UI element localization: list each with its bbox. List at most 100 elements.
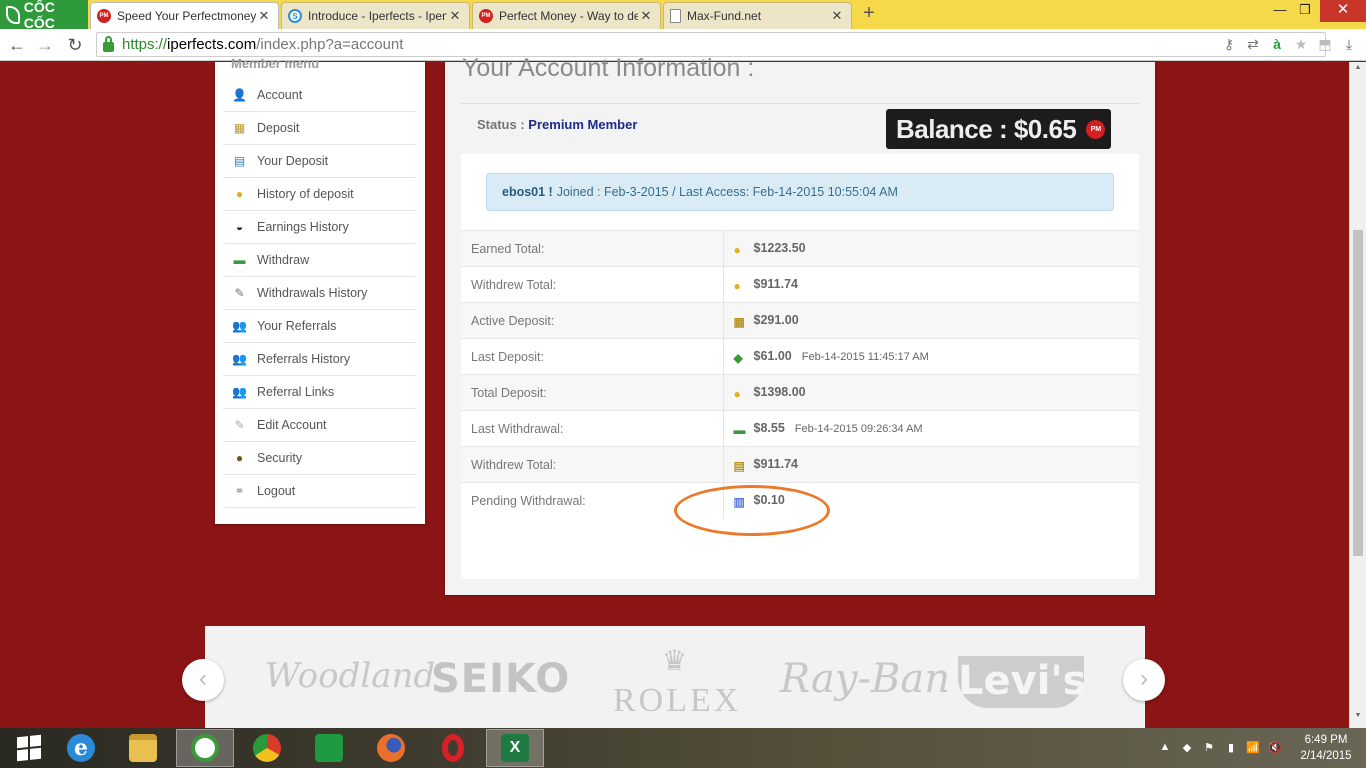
tab-speed-your-perfectmoney[interactable]: PM Speed Your Perfectmoney ✕ — [90, 2, 279, 29]
account-status: Status : Premium Member — [477, 117, 637, 132]
tab-introduce-iperfects[interactable]: S Introduce - Iperfects - Iperfe ✕ — [281, 2, 470, 29]
folder-icon — [129, 734, 157, 762]
taskbar-store[interactable] — [300, 729, 358, 767]
stat-value-cell: ● $911.74 — [723, 266, 1139, 303]
balance-text: Balance : $0.65 — [896, 113, 1077, 144]
sidebar-item-logout[interactable]: ⚭ Logout — [223, 475, 417, 508]
taskbar-coccoc[interactable] — [176, 729, 234, 767]
sidebar-item-earnings-history[interactable]: ◒ Earnings History — [223, 211, 417, 244]
brand-carousel: Woodland SEIKO ♛ ROLEX Ray-Ban Levi's — [205, 626, 1145, 728]
security-icon: ● — [235, 451, 244, 465]
taskbar-file-explorer[interactable] — [114, 729, 172, 767]
coins-icon: ● — [733, 278, 741, 293]
page-title: Your Account Information : — [462, 54, 755, 82]
taskbar-chrome[interactable] — [238, 729, 296, 767]
network-icon[interactable]: 📶 — [1246, 741, 1260, 755]
excel-icon: X — [501, 734, 529, 762]
brand-logo-rolex[interactable]: ROLEX — [613, 682, 741, 720]
scrollbar-thumb[interactable] — [1353, 230, 1363, 556]
tab-title: Introduce - Iperfects - Iperfe — [308, 9, 447, 23]
sidebar-item-edit-account[interactable]: ✎ Edit Account — [223, 409, 417, 442]
brand-logo-woodland[interactable]: Woodland — [265, 656, 435, 696]
sidebar-item-withdrawals-history[interactable]: ✎ Withdrawals History — [223, 277, 417, 310]
clock-time: 6:49 PM — [1304, 734, 1348, 746]
stat-value-cell: ◆ $61.00 Feb-14-2015 11:45:17 AM — [723, 338, 1139, 375]
carousel-prev-button[interactable]: ‹ — [182, 659, 224, 701]
tab-perfect-money[interactable]: PM Perfect Money - Way to de ✕ — [472, 2, 661, 29]
notepad-icon: ✎ — [234, 286, 245, 300]
new-tab-button[interactable]: + — [858, 3, 880, 24]
sidebar-item-label: Edit Account — [257, 418, 327, 432]
deposit-icon: ▦ — [233, 121, 246, 135]
stat-value: $911.74 — [753, 276, 799, 291]
close-window-button[interactable]: ✕ — [1320, 0, 1366, 22]
sidebar-item-label: Referrals History — [257, 352, 351, 366]
sidebar-item-label: Deposit — [257, 121, 300, 135]
taskbar-excel[interactable]: X — [486, 729, 544, 767]
rolex-crown-icon: ♛ — [662, 645, 688, 676]
show-hidden-icons[interactable]: ▲ — [1158, 741, 1172, 755]
sidebar-item-deposit[interactable]: ▦ Deposit — [223, 112, 417, 145]
sidebar-item-your-referrals[interactable]: 👥 Your Referrals — [223, 310, 417, 343]
close-tab-icon[interactable]: ✕ — [256, 8, 272, 24]
table-row: Total Deposit: ● $1398.00 — [461, 374, 1139, 411]
battery-icon[interactable]: ▮ — [1224, 741, 1238, 755]
sidebar-item-withdraw[interactable]: ▬ Withdraw — [223, 244, 417, 277]
back-button[interactable]: ← — [6, 34, 28, 56]
save-icon[interactable]: ⬒ — [1316, 33, 1334, 55]
stat-value-cell: ● $1398.00 — [723, 374, 1139, 411]
sidebar-item-history-of-deposit[interactable]: ● History of deposit — [223, 178, 417, 211]
brand-logo-levis[interactable]: Levi's — [958, 656, 1086, 708]
download-icon[interactable]: ⤓ — [1340, 33, 1358, 55]
users-icon: 👥 — [232, 319, 247, 333]
member-menu: Member menu 👤 Account ▦ Deposit ▤ Your Depo… — [215, 56, 425, 524]
page-scrollbar[interactable]: ▲ ▼ — [1349, 62, 1366, 728]
balance-badge: Balance : $0.65 PM — [886, 109, 1111, 149]
coccoc-dictionary-icon[interactable]: à — [1268, 33, 1286, 55]
system-clock[interactable]: 6:49 PM 2/14/2015 — [1286, 732, 1366, 764]
sidebar-item-referral-links[interactable]: 👥 Referral Links — [223, 376, 417, 409]
bookmark-star-icon[interactable]: ★ — [1292, 33, 1310, 55]
sidebar-item-security[interactable]: ● Security — [223, 442, 417, 475]
document-icon — [670, 9, 681, 23]
reload-button[interactable]: ↻ — [64, 34, 86, 56]
carousel-next-button[interactable]: › — [1123, 659, 1165, 701]
taskbar-firefox[interactable] — [362, 729, 420, 767]
stat-date: Feb-14-2015 09:26:34 AM — [794, 422, 923, 435]
close-tab-icon[interactable]: ✕ — [638, 8, 654, 24]
coccoc-logo[interactable]: CỐC CỐC — [0, 0, 88, 31]
taskbar-internet-explorer[interactable]: e — [52, 729, 110, 767]
action-center-flag-icon[interactable]: ⚑ — [1202, 741, 1216, 755]
table-row: Active Deposit: ▦ $291.00 — [461, 302, 1139, 339]
close-tab-icon[interactable]: ✕ — [829, 8, 845, 24]
tab-title: Speed Your Perfectmoney — [117, 9, 256, 23]
close-tab-icon[interactable]: ✕ — [447, 8, 463, 24]
brand-logo-rayban[interactable]: Ray-Ban — [780, 656, 950, 702]
coccoc-icon — [191, 734, 219, 762]
system-tray: ▲ ◆ ⚑ ▮ 📶 🔇 6:49 PM 2/14/2015 — [1154, 728, 1366, 768]
brand-logo-seiko[interactable]: SEIKO — [431, 656, 570, 702]
perfect-money-icon: PM — [97, 9, 111, 23]
volume-muted-icon[interactable]: 🔇 — [1268, 741, 1282, 755]
stat-value-cell: ▬ $8.55 Feb-14-2015 09:26:34 AM — [723, 410, 1139, 447]
stat-label: Withdrew Total: — [461, 446, 724, 483]
welcome-text: Joined : Feb-3-2015 / Last Access: Feb-1… — [556, 185, 898, 199]
start-button[interactable] — [0, 729, 58, 767]
key-icon[interactable]: ⚷ — [1220, 33, 1238, 55]
url-scheme: https:// — [122, 36, 168, 53]
sidebar-item-referrals-history[interactable]: 👥 Referrals History — [223, 343, 417, 376]
forward-button[interactable]: → — [34, 34, 56, 56]
tab-max-fund[interactable]: Max-Fund.net ✕ — [663, 2, 852, 29]
maximize-button[interactable]: ❐ — [1290, 0, 1320, 22]
sidebar-item-account[interactable]: 👤 Account — [223, 79, 417, 112]
unikey-icon[interactable]: ◆ — [1180, 741, 1194, 755]
translate-icon[interactable]: ⇄ — [1244, 33, 1262, 55]
table-row: Withdrew Total: ● $911.74 — [461, 266, 1139, 303]
sidebar-item-label: Earnings History — [257, 220, 349, 234]
scroll-down-icon[interactable]: ▼ — [1350, 712, 1366, 726]
cash-icon: ▬ — [733, 422, 746, 437]
sidebar-item-your-deposit[interactable]: ▤ Your Deposit — [223, 145, 417, 178]
stat-value: $1398.00 — [753, 384, 806, 399]
scroll-up-icon[interactable]: ▲ — [1350, 64, 1366, 78]
taskbar-opera[interactable] — [424, 729, 482, 767]
